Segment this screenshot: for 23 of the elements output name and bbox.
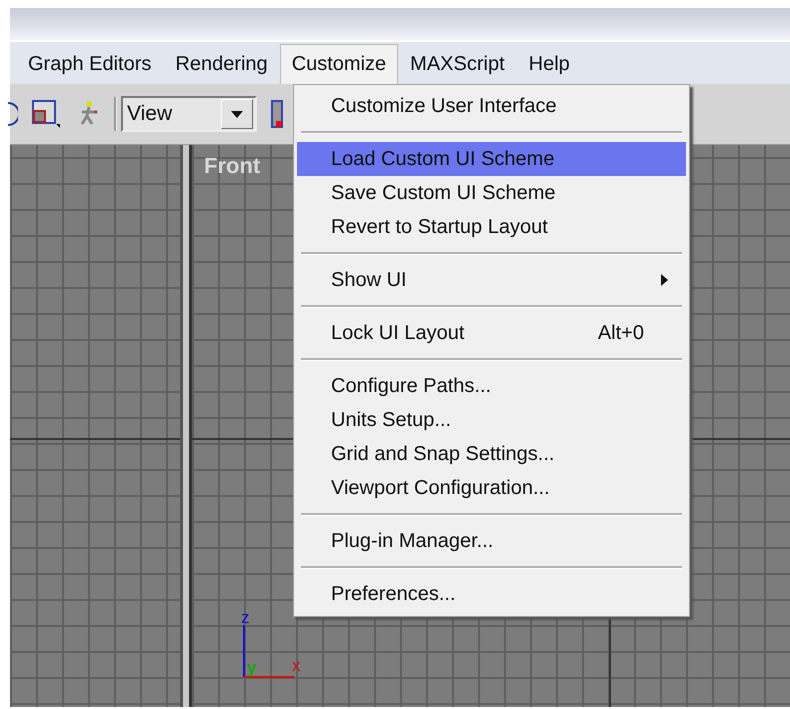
- menu-item[interactable]: Revert to Startup Layout: [297, 210, 686, 244]
- caret-icon: [231, 110, 243, 118]
- menu-item[interactable]: Show UI: [297, 263, 686, 297]
- menu-item[interactable]: Plug-in Manager...: [297, 524, 686, 558]
- slider-icon[interactable]: [271, 100, 283, 128]
- menu-title[interactable]: Graph Editors: [16, 44, 164, 84]
- menu-item[interactable]: Save Custom UI Scheme: [297, 176, 686, 210]
- menu-title[interactable]: Customize: [280, 44, 398, 84]
- menu-item[interactable]: Customize User Interface: [297, 89, 686, 123]
- menu-item[interactable]: Load Custom UI Scheme: [297, 142, 686, 176]
- menu-item[interactable]: Grid and Snap Settings...: [297, 437, 686, 471]
- view-dropdown[interactable]: View: [121, 96, 257, 132]
- viewport-label: Front: [204, 153, 260, 179]
- axis-tripod-drawing: z y x: [242, 613, 306, 679]
- menu-item[interactable]: Units Setup...: [297, 403, 686, 437]
- menu-title[interactable]: MAXScript: [398, 44, 517, 84]
- submenu-arrow-icon: [661, 274, 668, 286]
- menu-title[interactable]: Help: [516, 44, 582, 84]
- menu-item[interactable]: Viewport Configuration...: [297, 471, 686, 505]
- menu-item[interactable]: Configure Paths...: [297, 369, 686, 403]
- menu-item[interactable]: Preferences...: [297, 577, 686, 611]
- menu-item[interactable]: Lock UI Layout Alt+0: [297, 316, 686, 350]
- menu-title[interactable]: Rendering: [163, 44, 280, 84]
